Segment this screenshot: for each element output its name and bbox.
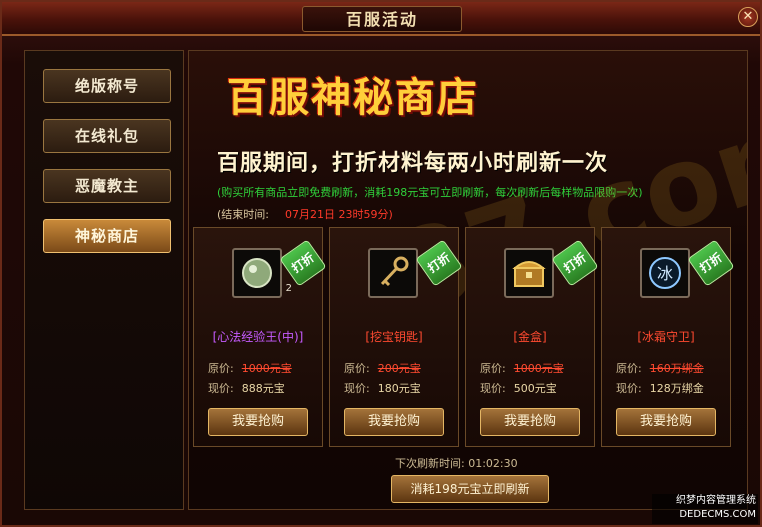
current-price: 现价: 500元宝 [480,382,557,395]
key-icon [380,256,409,287]
treasure-chest-icon [512,261,546,287]
current-price: 现价: 180元宝 [344,382,421,395]
svg-text:冰: 冰 [657,264,673,283]
item-quantity: 2 [285,283,292,294]
item-card: 冰 打折 [冰霜守卫] 原价: 160万绑金 现价: 128万绑金 我要抢购 [601,227,735,447]
ice-orb-icon: 冰 [649,257,681,289]
buy-button[interactable]: 我要抢购 [616,408,716,436]
title-bar: 百服活动 ✕ [2,2,760,36]
close-button[interactable]: ✕ [738,7,758,27]
window-title: 百服活动 [302,6,462,32]
item-name: [挖宝钥匙] [365,330,423,344]
sidebar-item-online-gift[interactable]: 在线礼包 [43,119,171,153]
green-orb-icon [242,258,272,288]
site-watermark-line1: 织梦内容管理系统 [676,495,756,506]
item-name: [金盒] [513,330,547,344]
end-time-label: (结束时间: [217,208,269,221]
refresh-countdown: 01:02:30 [468,457,518,470]
item-slot[interactable]: 冰 [640,248,690,298]
buy-button[interactable]: 我要抢购 [344,408,444,436]
original-price: 原价: 160万绑金 [616,362,704,375]
discount-tag: 打折 [415,239,463,287]
refresh-now-button[interactable]: 消耗198元宝立即刷新 [391,475,549,503]
sidebar: 绝版称号 在线礼包 恶魔教主 神秘商店 [24,50,184,510]
discount-tag: 打折 [687,239,735,287]
original-price: 原价: 1000元宝 [208,362,292,375]
next-refresh-time: 下次刷新时间: 01:02:30 [395,455,595,471]
refresh-label: 下次刷新时间: [395,457,465,470]
current-price: 现价: 888元宝 [208,382,285,395]
discount-tag: 打折 [551,239,599,287]
item-slot[interactable]: 2 [232,248,292,298]
item-slot[interactable] [504,248,554,298]
activity-window: 百服活动 ✕ 绝版称号 在线礼包 恶魔教主 神秘商店 百服神秘商店 百服期间，打… [0,0,762,527]
buy-button[interactable]: 我要抢购 [208,408,308,436]
site-watermark-line2: DEDECMS.COM [679,509,756,520]
item-card: 打折 [金盒] 原价: 1000元宝 现价: 500元宝 我要抢购 [465,227,599,447]
current-price: 现价: 128万绑金 [616,382,704,395]
original-price: 原价: 200元宝 [344,362,421,375]
site-watermark: 织梦内容管理系统 DEDECMS.COM [652,494,758,524]
sidebar-item-exclusive-title[interactable]: 绝版称号 [43,69,171,103]
shop-panel: 百服神秘商店 百服期间，打折材料每两小时刷新一次 (购买所有商品立即免费刷新，消… [188,50,748,510]
item-name: [冰霜守卫] [637,330,695,344]
item-name: [心法经验王(中)] [212,330,304,344]
original-price: 原价: 1000元宝 [480,362,564,375]
shop-title: 百服神秘商店 [227,74,479,121]
item-card: 打折 [挖宝钥匙] 原价: 200元宝 现价: 180元宝 我要抢购 [329,227,463,447]
sidebar-item-mystery-shop[interactable]: 神秘商店 [43,219,171,253]
discount-tag: 打折 [279,239,327,287]
item-card: 2 打折 [心法经验王(中)] 原价: 1000元宝 现价: 888元宝 我要抢购 [193,227,327,447]
buy-button[interactable]: 我要抢购 [480,408,580,436]
sidebar-item-demon-master[interactable]: 恶魔教主 [43,169,171,203]
item-slot[interactable] [368,248,418,298]
